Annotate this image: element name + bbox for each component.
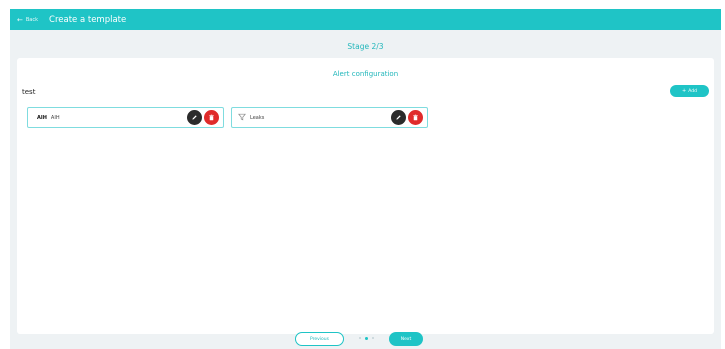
alert-card-aih[interactable]: AIH AIH	[27, 107, 224, 128]
previous-button[interactable]: Previous	[295, 332, 344, 346]
panel-title: Alert configuration	[332, 70, 399, 78]
page-title: Create a template	[49, 14, 127, 25]
stage-indicator: Stage 2/3	[347, 42, 384, 51]
step-dot	[359, 337, 361, 339]
wizard-footer: Previous Next	[10, 331, 721, 349]
section-label: test	[22, 88, 36, 96]
next-button[interactable]: Next	[389, 332, 423, 346]
pencil-icon	[396, 115, 401, 120]
plus-icon: +	[682, 88, 687, 94]
back-label: Back	[25, 16, 39, 23]
alert-card-label: Leaks	[250, 114, 265, 121]
aih-text-icon: AIH	[37, 114, 47, 121]
delete-button[interactable]	[408, 110, 423, 125]
back-button[interactable]: ← Back	[17, 16, 38, 24]
add-button-label: Add	[688, 88, 697, 94]
alert-card-label: AIH	[50, 114, 60, 121]
alert-configuration-panel: Alert configuration test + Add AIH AIH L…	[17, 58, 714, 334]
trash-icon	[209, 114, 214, 121]
add-button[interactable]: + Add	[670, 85, 709, 97]
funnel-icon	[238, 113, 246, 123]
step-dot	[372, 337, 374, 339]
arrow-left-icon: ←	[17, 15, 23, 24]
edit-button[interactable]	[391, 110, 406, 125]
card-actions	[187, 110, 219, 125]
step-dots	[359, 336, 374, 340]
delete-button[interactable]	[204, 110, 219, 125]
top-bar: ← Back Create a template	[10, 9, 721, 30]
edit-button[interactable]	[187, 110, 202, 125]
step-dot-active	[365, 336, 368, 340]
trash-icon	[413, 114, 418, 121]
alert-card-leaks[interactable]: Leaks	[231, 107, 428, 128]
card-actions	[391, 110, 423, 125]
app-root: ← Back Create a template Stage 2/3 Alert…	[10, 9, 721, 349]
pencil-icon	[192, 115, 197, 120]
